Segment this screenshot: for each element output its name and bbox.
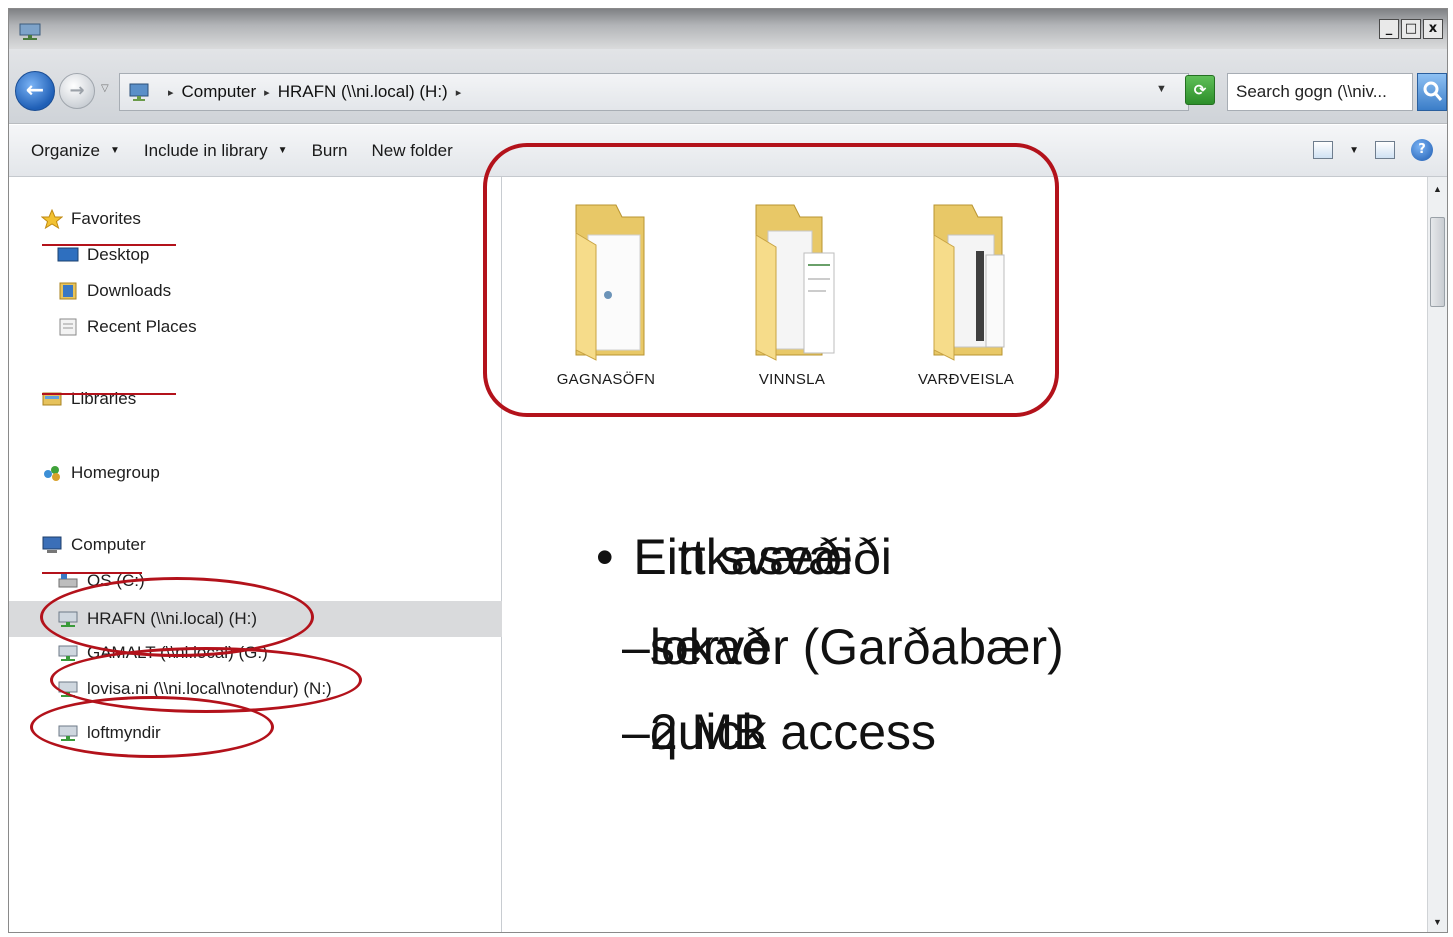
breadcrumb-hrafn[interactable]: HRAFN (\\ni.local) (H:) <box>278 82 448 102</box>
address-row: ← → ▽ ▸ Computer ▸ HRAFN (\\ni.local) (H… <box>9 49 1447 124</box>
sidebar-item-label: Desktop <box>87 245 150 264</box>
organize-label: Organize <box>31 140 100 160</box>
preview-pane-icon[interactable] <box>1375 141 1395 159</box>
sidebar-item-label: Libraries <box>71 389 137 408</box>
annotation-ring-loftmyndir <box>30 696 274 758</box>
chevron-right-icon[interactable]: ▸ <box>264 86 270 99</box>
strikethrough-desktop <box>42 244 176 246</box>
navigation-pane: Favorites Desktop Downloads Recent Place… <box>9 177 502 932</box>
slide-bullet-line-1: • Eitt svæði Einkasvæði <box>596 528 892 586</box>
chevron-right-icon[interactable]: ▸ <box>168 86 174 99</box>
network-drive-icon <box>58 645 78 661</box>
title-bar: _ □ x <box>9 9 1447 49</box>
breadcrumb-computer[interactable]: Computer <box>182 82 257 102</box>
new-folder-label: New folder <box>371 140 453 160</box>
refresh-button[interactable]: ⟳ <box>1185 75 1215 105</box>
bullet-text-b: Einkasvæði <box>633 529 892 585</box>
sidebar-item-desktop[interactable]: Desktop <box>57 245 149 265</box>
dash-glyph: – <box>622 619 650 675</box>
chevron-down-icon: ▼ <box>277 145 288 156</box>
vertical-scrollbar[interactable]: ▲ ▼ <box>1427 177 1447 932</box>
view-controls: ▼ ? <box>1313 139 1433 161</box>
new-folder-button[interactable]: New folder <box>372 141 453 161</box>
forward-button[interactable]: → <box>59 73 95 109</box>
network-drive-icon <box>19 23 41 40</box>
annotation-ring-folders <box>483 143 1059 417</box>
include-in-library-menu[interactable]: Include in library ▼ <box>144 141 288 161</box>
search-icon[interactable] <box>1417 73 1447 111</box>
burn-button[interactable]: Burn <box>312 141 348 161</box>
chevron-right-icon[interactable]: ▸ <box>456 86 462 99</box>
strikethrough-os-drive <box>42 572 142 574</box>
computer-icon <box>42 536 62 553</box>
sidebar-item-favorites[interactable]: Favorites <box>41 209 141 229</box>
scrollbar-thumb[interactable] <box>1430 217 1445 307</box>
libraries-icon <box>42 392 62 406</box>
desktop-icon <box>57 247 79 262</box>
strikethrough-libraries <box>42 393 176 395</box>
recent-places-icon <box>59 318 77 336</box>
minimize-button[interactable]: _ <box>1379 19 1399 39</box>
hard-drive-icon <box>58 573 78 588</box>
sub-text-b: server (Garðabær) <box>649 619 1064 675</box>
recent-pages-dropdown[interactable]: ▽ <box>101 83 109 94</box>
maximize-button[interactable]: □ <box>1401 19 1421 39</box>
sidebar-item-label: Favorites <box>71 209 141 228</box>
address-bar[interactable]: ▸ Computer ▸ HRAFN (\\ni.local) (H:) ▸ <box>119 73 1189 111</box>
sidebar-item-label: Computer <box>71 535 146 554</box>
bullet-glyph: • <box>596 529 614 585</box>
search-input[interactable]: Search gogn (\\niv... <box>1227 73 1413 111</box>
slide-sub-line-2: –lokað server (Garðabær) <box>622 618 1064 676</box>
burn-label: Burn <box>311 140 348 160</box>
address-history-dropdown[interactable]: ▼ <box>1156 83 1167 95</box>
sidebar-item-computer[interactable]: Computer <box>41 535 146 555</box>
back-button[interactable]: ← <box>15 71 55 111</box>
organize-menu[interactable]: Organize ▼ <box>31 141 120 161</box>
chevron-down-icon[interactable]: ▼ <box>1349 145 1359 156</box>
sidebar-item-label: Recent Places <box>87 317 197 336</box>
sidebar-item-label: Downloads <box>87 281 172 300</box>
window-controls: _ □ x <box>1379 19 1443 39</box>
sidebar-item-libraries[interactable]: Libraries <box>41 389 136 409</box>
scroll-down-icon[interactable]: ▼ <box>1430 914 1445 930</box>
star-icon <box>41 209 63 229</box>
scroll-up-icon[interactable]: ▲ <box>1430 181 1445 197</box>
chevron-down-icon: ▼ <box>109 145 120 156</box>
change-view-icon[interactable] <box>1313 141 1334 159</box>
sidebar-item-downloads[interactable]: Downloads <box>57 281 171 301</box>
include-in-library-label: Include in library <box>143 140 268 160</box>
computer-icon <box>129 83 149 101</box>
dash-glyph: – <box>622 704 650 760</box>
sidebar-item-homegroup[interactable]: Homegroup <box>41 463 160 483</box>
close-button[interactable]: x <box>1423 19 1443 39</box>
sidebar-item-recent-places[interactable]: Recent Places <box>57 317 197 337</box>
downloads-icon <box>59 282 77 300</box>
annotation-ring-hrafn <box>40 577 314 657</box>
slide-sub-line-3: –2 MB quick access <box>622 703 936 761</box>
homegroup-icon <box>44 466 60 481</box>
sub-text-b: quick access <box>649 704 937 760</box>
help-icon[interactable]: ? <box>1411 139 1433 161</box>
sidebar-item-label: Homegroup <box>71 463 160 482</box>
